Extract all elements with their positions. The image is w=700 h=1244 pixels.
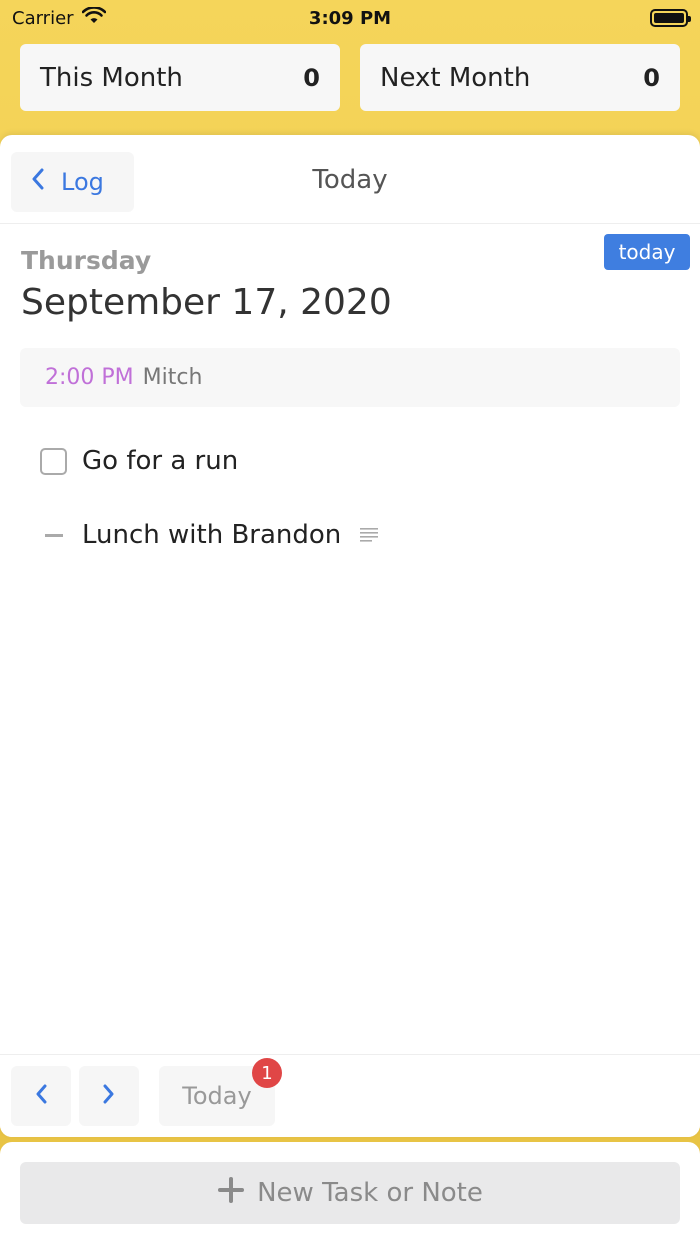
task-checkbox[interactable] — [40, 447, 67, 475]
carrier-label: Carrier — [12, 7, 74, 29]
event-time: 2:00 PM — [45, 365, 134, 390]
this-month-label: This Month — [40, 62, 183, 93]
chevron-left-icon — [35, 1084, 47, 1108]
task-item[interactable]: Go for a run — [40, 446, 238, 476]
this-month-card[interactable]: This Month 0 — [20, 44, 340, 111]
note-item[interactable]: Lunch with Brandon — [40, 520, 379, 550]
wifi-icon — [81, 5, 106, 30]
next-month-label: Next Month — [380, 62, 531, 93]
next-day-button[interactable] — [79, 1066, 139, 1126]
today-badge[interactable]: today — [604, 234, 690, 270]
previous-day-button[interactable] — [11, 1066, 71, 1126]
this-month-count: 0 — [303, 63, 320, 92]
composer-panel: New Task or Note — [0, 1142, 700, 1244]
date-heading: September 17, 2020 — [21, 282, 392, 323]
weekday-label: Thursday — [21, 246, 152, 275]
note-dash-icon — [40, 522, 67, 549]
page-title: Today — [312, 165, 388, 195]
chevron-right-icon — [103, 1084, 115, 1108]
sheet-header: Log Today — [0, 135, 700, 224]
sheet-footer: Today 1 — [0, 1054, 700, 1137]
event-row[interactable]: 2:00 PM Mitch — [20, 348, 680, 407]
note-label: Lunch with Brandon — [82, 520, 342, 550]
new-task-label: New Task or Note — [257, 1178, 483, 1208]
task-label: Go for a run — [82, 446, 239, 476]
status-left: Carrier — [12, 5, 106, 30]
notification-badge: 1 — [252, 1058, 282, 1088]
event-title: Mitch — [142, 365, 203, 390]
battery-icon — [650, 9, 691, 27]
day-sheet: Log Today today Thursday September 17, 2… — [0, 135, 700, 1137]
text-lines-icon — [360, 520, 379, 550]
status-bar: Carrier 3:09 PM — [0, 0, 700, 36]
plus-icon — [217, 1176, 245, 1211]
new-task-or-note-button[interactable]: New Task or Note — [20, 1162, 680, 1224]
next-month-count: 0 — [643, 63, 660, 92]
next-month-card[interactable]: Next Month 0 — [360, 44, 680, 111]
